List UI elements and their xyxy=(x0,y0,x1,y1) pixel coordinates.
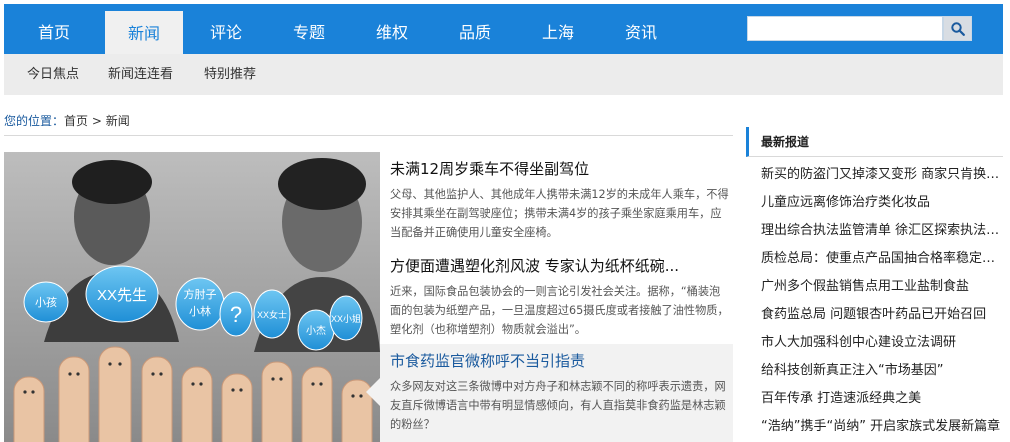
article-summary: 近来，国际食品包装协会的一则言论引发社会关注。据称，“桶装泡面的包装为纸塑产品，… xyxy=(390,285,729,336)
bubble-label: XX女士 xyxy=(257,309,287,320)
nav-item-shanghai[interactable]: 上海 xyxy=(518,4,598,54)
nav-item-home[interactable]: 首页 xyxy=(4,4,104,54)
main-nav: 首页 新闻 评论 专题 维权 品质 上海 资讯 xyxy=(4,4,1003,54)
bubble-label: 小孩 xyxy=(35,296,57,309)
search-button[interactable] xyxy=(943,16,972,41)
sidebar-news-item[interactable]: 质检总局：使重点产品国抽合格率稳定在90%以上 xyxy=(761,245,1003,273)
sub-nav: 今日焦点 新闻连连看 特别推荐 xyxy=(4,54,1003,95)
sidebar-news-item[interactable]: 广州多个假盐销售点用工业盐制食盐 xyxy=(761,273,1003,301)
sidebar-news-item[interactable]: 新买的防盗门又掉漆又变形 商家只肯换门不肯退货 xyxy=(761,161,1003,189)
sidebar-news-item[interactable]: 百年传承 打造速派经典之美 xyxy=(761,385,1003,413)
sidebar-news-item[interactable]: 理出综合执法监管清单 徐汇区探索执法新模式 xyxy=(761,217,1003,245)
subnav-item-special[interactable]: 特别推荐 xyxy=(204,54,256,95)
article-summary: 众多网友对这三条微博中对方舟子和林志颖不同的称呼表示遗责，网友直斥微博语言中带有… xyxy=(390,380,726,431)
bubble-label: 小杰 xyxy=(306,325,326,337)
bubble-label: XX小姐 xyxy=(331,313,361,324)
breadcrumb-divider xyxy=(4,135,733,136)
nav-item-topic[interactable]: 专题 xyxy=(269,4,349,54)
sidebar-title: 最新报道 xyxy=(746,127,1003,157)
search-input[interactable] xyxy=(747,16,943,41)
article-summary: 父母、其他监护人、其他成年人携带未满12岁的未成年人乘车，不得安排其乘坐在副驾驶… xyxy=(390,188,729,239)
subnav-item-news-match[interactable]: 新闻连连看 xyxy=(108,54,173,95)
article-title[interactable]: 市食药监官微称呼不当引指责 xyxy=(390,350,730,371)
nav-item-info[interactable]: 资讯 xyxy=(601,4,681,54)
breadcrumb-home[interactable]: 首页 xyxy=(64,114,88,128)
search-icon xyxy=(950,21,965,36)
article-title[interactable]: 未满12周岁乘车不得坐副驾位 xyxy=(390,158,730,179)
breadcrumb-label: 您的位置： xyxy=(4,114,65,128)
nav-item-quality[interactable]: 品质 xyxy=(435,4,515,54)
article-item[interactable]: 市食药监官微称呼不当引指责 众多网友对这三条微博中对方舟子和林志颖不同的称呼表示… xyxy=(390,350,730,434)
bubble-label: ? xyxy=(230,302,242,327)
bubble-label: 方肘子 xyxy=(184,287,217,301)
breadcrumb-current[interactable]: 新闻 xyxy=(106,114,130,128)
breadcrumb-separator: > xyxy=(91,114,102,128)
feature-illustration: 小孩 XX先生 方肘子 小林 ? XX女士 小杰 XX小姐 xyxy=(4,152,380,442)
sidebar-news-item[interactable]: “浩纳”携手“尚纳” 开启家族式发展新篇章 xyxy=(761,413,1003,441)
nav-item-rights[interactable]: 维权 xyxy=(352,4,432,54)
sidebar-news-list: 新买的防盗门又掉漆又变形 商家只肯换门不肯退货 儿童应远离修饰治疗类化妆品 理出… xyxy=(761,161,1003,441)
bubble-label: XX先生 xyxy=(97,287,147,304)
bubble-label: 小林 xyxy=(189,304,211,318)
article-title[interactable]: 方便面遭遇塑化剂风波 专家认为纸杯纸碗... xyxy=(390,255,730,276)
nav-item-comment[interactable]: 评论 xyxy=(186,4,266,54)
sidebar-news-item[interactable]: 市人大加强科创中心建设立法调研 xyxy=(761,329,1003,357)
breadcrumb: 您的位置：首页 > 新闻 xyxy=(4,112,130,129)
feature-photo[interactable]: 小孩 XX先生 方肘子 小林 ? XX女士 小杰 XX小姐 xyxy=(4,152,380,442)
subnav-item-today-focus[interactable]: 今日焦点 xyxy=(27,54,79,95)
article-item[interactable]: 未满12周岁乘车不得坐副驾位 父母、其他监护人、其他成年人携带未满12岁的未成年… xyxy=(390,158,730,242)
sidebar-news-item[interactable]: 给科技创新真正注入“市场基因” xyxy=(761,357,1003,385)
sidebar-news-item[interactable]: 食药监总局 问题银杏叶药品已开始召回 xyxy=(761,301,1003,329)
nav-item-news[interactable]: 新闻 xyxy=(105,11,183,54)
article-highlight-arrow xyxy=(366,378,380,406)
article-item[interactable]: 方便面遭遇塑化剂风波 专家认为纸杯纸碗... 近来，国际食品包装协会的一则言论引… xyxy=(390,255,730,339)
sidebar-news-item[interactable]: 儿童应远离修饰治疗类化妆品 xyxy=(761,189,1003,217)
